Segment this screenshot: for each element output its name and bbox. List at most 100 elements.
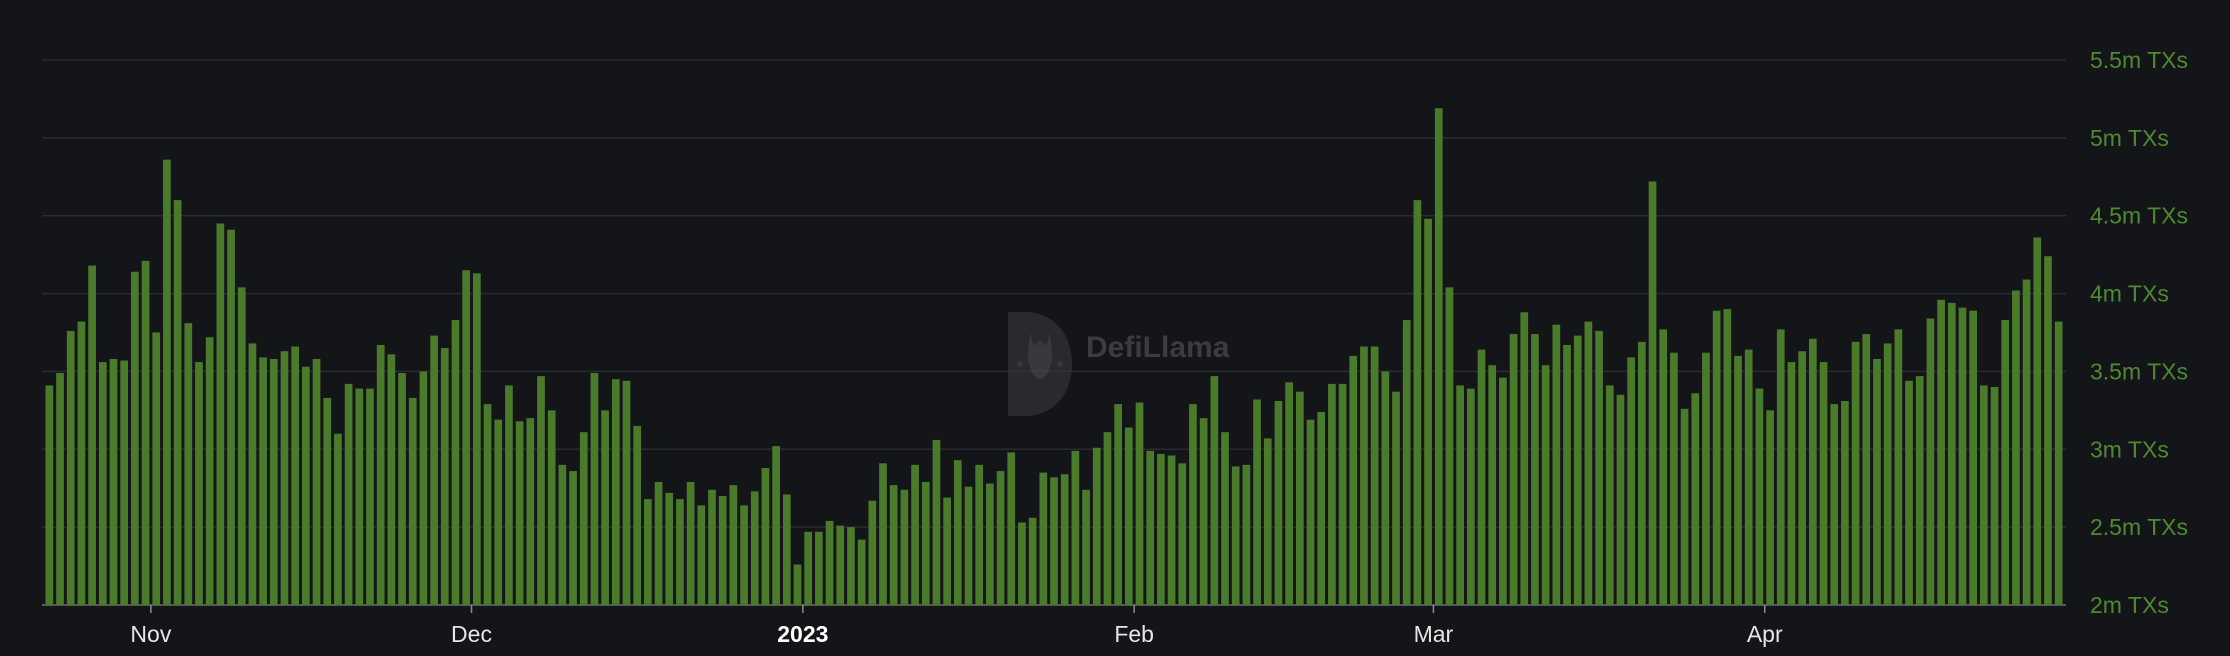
bar-14[interactable] [195, 362, 203, 605]
bar-22[interactable] [280, 351, 289, 605]
bar-46[interactable] [537, 376, 545, 605]
bar-51[interactable] [590, 372, 599, 605]
bar-37[interactable] [440, 348, 449, 605]
bar-151[interactable] [1659, 329, 1668, 605]
bar-44[interactable] [515, 421, 524, 605]
bar-83[interactable] [932, 439, 941, 605]
bar-136[interactable] [1499, 377, 1507, 605]
bar-69[interactable] [782, 494, 791, 605]
bar-119[interactable] [1317, 411, 1326, 605]
bar-181[interactable] [1979, 385, 1988, 605]
bar-161[interactable] [1766, 410, 1774, 605]
bar-104[interactable] [1157, 453, 1165, 605]
bar-19[interactable] [248, 343, 257, 605]
bar-126[interactable] [1392, 391, 1400, 605]
bar-177[interactable] [1937, 299, 1945, 605]
bar-158[interactable] [1734, 355, 1742, 605]
bar-26[interactable] [323, 397, 332, 605]
bar-103[interactable] [1146, 450, 1155, 605]
bar-168[interactable] [1841, 401, 1849, 605]
bar-141[interactable] [1552, 324, 1561, 605]
bar-102[interactable] [1135, 402, 1144, 605]
bar-70[interactable] [793, 564, 802, 605]
bar-105[interactable] [1167, 455, 1176, 605]
bar-41[interactable] [483, 404, 492, 605]
bar-125[interactable] [1381, 371, 1390, 605]
bar-139[interactable] [1531, 334, 1539, 605]
bar-39[interactable] [462, 270, 471, 605]
bar-132[interactable] [1456, 385, 1464, 605]
bar-60[interactable] [686, 481, 695, 605]
bar-113[interactable] [1253, 399, 1261, 605]
bar-89[interactable] [996, 471, 1005, 605]
bar-58[interactable] [665, 492, 674, 605]
bar-180[interactable] [1969, 310, 1978, 605]
bar-146[interactable] [1605, 385, 1614, 605]
bar-32[interactable] [387, 354, 396, 605]
bar-30[interactable] [366, 388, 374, 605]
bar-166[interactable] [1819, 362, 1828, 605]
bar-157[interactable] [1723, 309, 1732, 605]
bar-156[interactable] [1712, 310, 1721, 605]
bar-175[interactable] [1915, 376, 1924, 605]
bar-9[interactable] [141, 260, 150, 605]
bar-31[interactable] [376, 344, 385, 605]
bar-154[interactable] [1691, 393, 1700, 605]
bar-6[interactable] [109, 358, 118, 605]
bar-90[interactable] [1007, 452, 1016, 605]
bar-96[interactable] [1071, 450, 1080, 605]
bar-101[interactable] [1124, 427, 1133, 605]
bar-138[interactable] [1520, 312, 1529, 605]
bar-127[interactable] [1402, 320, 1411, 605]
bar-80[interactable] [900, 489, 909, 605]
bar-109[interactable] [1210, 376, 1219, 605]
bar-72[interactable] [815, 531, 823, 605]
bar-137[interactable] [1509, 334, 1518, 605]
bar-33[interactable] [398, 372, 406, 605]
bar-112[interactable] [1242, 464, 1251, 605]
bar-63[interactable] [718, 496, 727, 605]
bar-79[interactable] [889, 485, 898, 605]
bar-4[interactable] [88, 265, 96, 605]
bar-10[interactable] [152, 332, 161, 606]
bar-178[interactable] [1947, 302, 1956, 605]
bar-150[interactable] [1648, 181, 1657, 605]
bar-29[interactable] [355, 388, 364, 605]
bar-84[interactable] [943, 497, 951, 605]
bar-65[interactable] [740, 505, 748, 605]
bar-133[interactable] [1466, 388, 1475, 605]
bar-130[interactable] [1434, 108, 1443, 606]
bar-47[interactable] [547, 410, 556, 605]
bar-183[interactable] [2001, 320, 2010, 605]
bar-131[interactable] [1445, 287, 1454, 605]
bar-172[interactable] [1883, 343, 1892, 605]
bar-54[interactable] [622, 380, 631, 605]
bar-62[interactable] [708, 489, 716, 605]
bar-110[interactable] [1221, 432, 1229, 605]
bar-87[interactable] [975, 464, 984, 605]
bar-149[interactable] [1637, 341, 1646, 605]
bar-56[interactable] [644, 499, 652, 605]
bar-148[interactable] [1627, 357, 1635, 605]
bar-8[interactable] [131, 271, 139, 605]
bar-15[interactable] [205, 337, 214, 605]
bar-67[interactable] [761, 467, 770, 605]
bar-74[interactable] [836, 525, 845, 605]
bar-28[interactable] [344, 383, 353, 605]
bar-55[interactable] [633, 425, 642, 605]
bar-165[interactable] [1808, 338, 1817, 605]
bar-59[interactable] [676, 499, 684, 605]
bar-118[interactable] [1306, 419, 1315, 605]
bar-143[interactable] [1573, 335, 1582, 605]
bar-140[interactable] [1541, 365, 1550, 605]
bar-34[interactable] [408, 397, 417, 605]
bar-184[interactable] [2012, 290, 2020, 605]
bar-20[interactable] [259, 357, 267, 605]
bar-134[interactable] [1477, 349, 1486, 605]
bar-52[interactable] [601, 410, 609, 605]
bar-2[interactable] [66, 330, 75, 605]
tx-bar-chart[interactable]: DefiLlama 2m TXs 2.5m TXs 3m TXs 3.5m TXs 4m… [0, 0, 2230, 656]
bar-38[interactable] [451, 320, 460, 605]
bar-12[interactable] [173, 200, 182, 605]
bar-170[interactable] [1862, 334, 1871, 605]
